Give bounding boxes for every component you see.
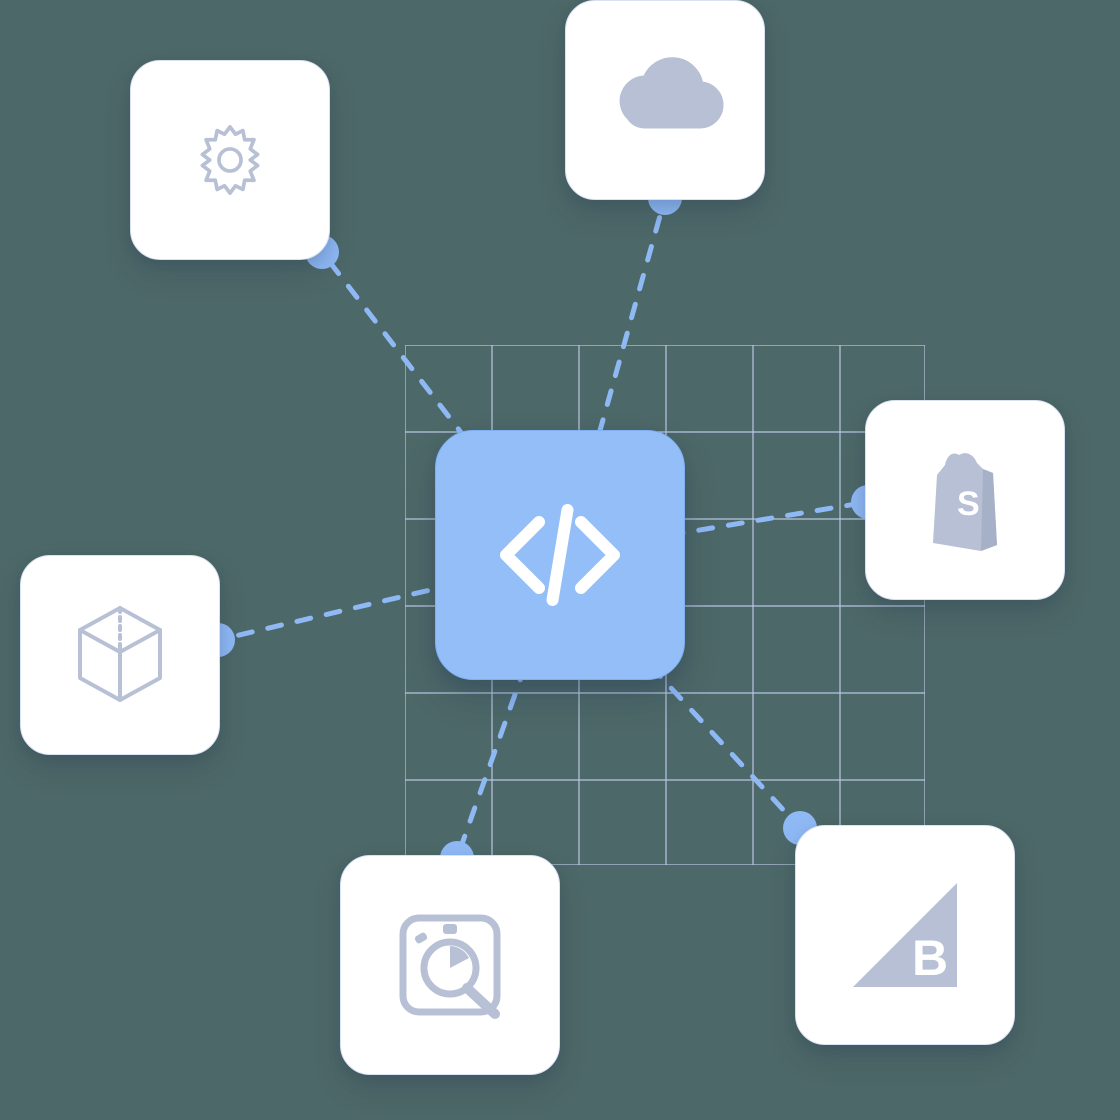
node-bigcommerce: B BigCommerce bbox=[795, 825, 1015, 1045]
algolia-icon bbox=[395, 910, 505, 1020]
node-cloud: Cloud Analytics bbox=[565, 0, 765, 200]
svg-text:B: B bbox=[912, 930, 948, 986]
cube-icon bbox=[70, 600, 170, 710]
svg-text:S: S bbox=[957, 485, 980, 523]
bigcommerce-icon: B bbox=[845, 875, 965, 995]
node-algolia: Algolia bbox=[340, 855, 560, 1075]
center-node: Code / API bbox=[435, 430, 685, 680]
node-cube: 3D / Package bbox=[20, 555, 220, 755]
shopify-icon: S bbox=[915, 445, 1015, 555]
gear-icon bbox=[184, 114, 276, 206]
node-gear: Settings bbox=[130, 60, 330, 260]
node-shopify: S Shopify bbox=[865, 400, 1065, 600]
integration-diagram: Code / API Settings Cloud Analytics bbox=[0, 0, 1120, 1120]
cloud-upload-icon bbox=[605, 55, 725, 145]
code-icon bbox=[485, 480, 635, 630]
